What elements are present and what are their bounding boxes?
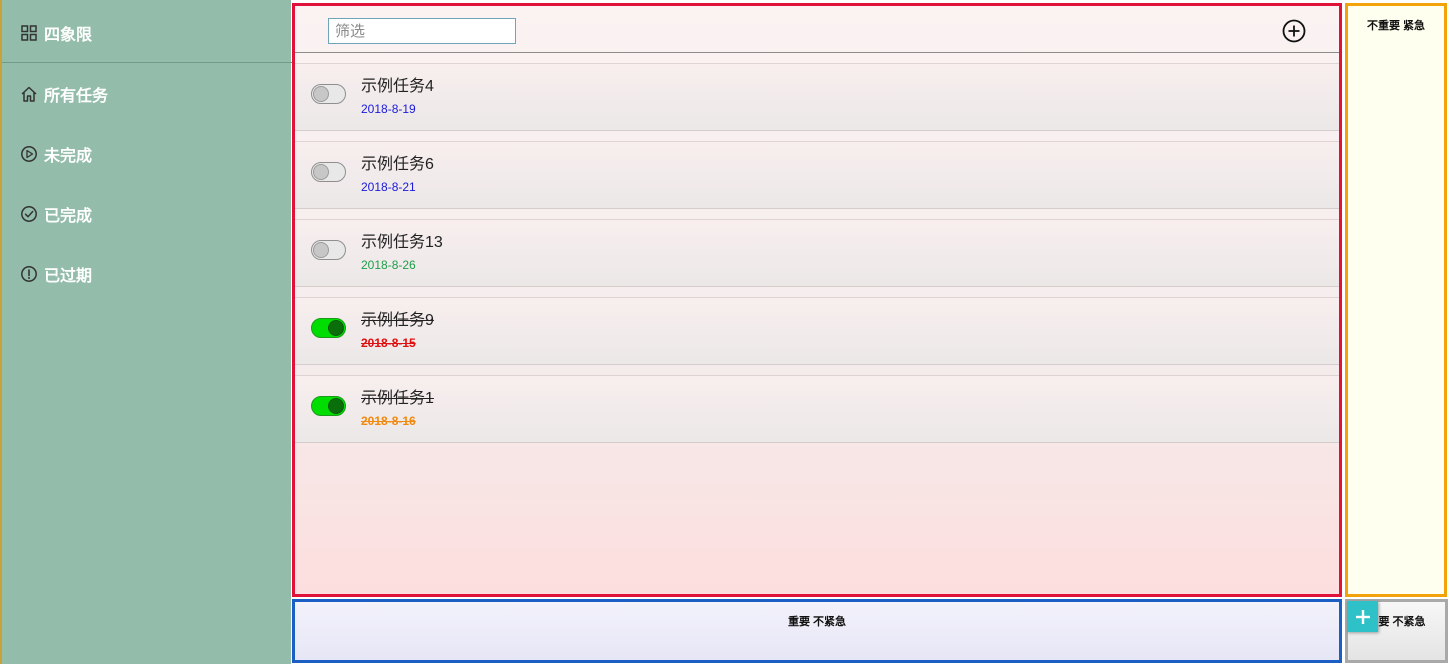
task-date: 2018-8-15 xyxy=(361,336,416,350)
task-row[interactable]: 示例任务9 2018-8-15 xyxy=(295,297,1339,365)
sidebar-item-expired[interactable]: 已过期 xyxy=(20,260,92,288)
sidebar-item-incomplete[interactable]: 未完成 xyxy=(20,140,92,168)
task-date: 2018-8-16 xyxy=(361,414,416,428)
toggle-knob xyxy=(313,164,329,180)
quadrant-label: 不重要 紧急 xyxy=(1366,20,1426,32)
sidebar-divider xyxy=(2,62,293,63)
sidebar-item-quadrants[interactable]: 四象限 xyxy=(20,19,92,47)
task-date: 2018-8-21 xyxy=(361,180,416,194)
plus-circle-icon[interactable] xyxy=(1282,19,1306,43)
filter-input[interactable] xyxy=(328,18,516,44)
check-circle-icon xyxy=(21,206,37,222)
add-task-button[interactable] xyxy=(1347,601,1378,632)
header-divider xyxy=(295,52,1339,53)
quadrant-not-important-urgent[interactable]: 不重要 紧急 xyxy=(1345,3,1447,597)
task-date: 2018-8-19 xyxy=(361,102,416,116)
task-toggle[interactable] xyxy=(311,318,346,338)
task-list-panel: 示例任务4 2018-8-19 示例任务6 2018-8-21 示例任务13 2… xyxy=(292,3,1342,597)
quadrant-important-not-urgent[interactable]: 重要 不紧急 xyxy=(292,599,1342,663)
task-row[interactable]: 示例任务4 2018-8-19 xyxy=(295,63,1339,131)
task-title: 示例任务6 xyxy=(361,156,434,173)
task-row[interactable]: 示例任务6 2018-8-21 xyxy=(295,141,1339,209)
sidebar-item-label: 已过期 xyxy=(44,268,93,285)
toggle-knob xyxy=(328,320,344,336)
task-title: 示例任务1 xyxy=(361,390,434,407)
task-row[interactable]: 示例任务13 2018-8-26 xyxy=(295,219,1339,287)
play-circle-icon xyxy=(21,146,37,162)
task-title: 示例任务9 xyxy=(361,312,434,329)
app-window: 四象限 所有任务 未完成 已完成 已过期 筛选 示例任务4 2018-8-19 … xyxy=(0,0,1449,664)
task-row[interactable]: 示例任务1 2018-8-16 xyxy=(295,375,1339,443)
task-title: 示例任务13 xyxy=(361,234,443,251)
sidebar-item-label: 所有任务 xyxy=(44,88,109,105)
sidebar-item-label: 未完成 xyxy=(44,148,93,165)
toggle-knob xyxy=(313,242,329,258)
quadrant-label: 重要 不紧急 xyxy=(787,616,847,628)
sidebar-item-label: 已完成 xyxy=(44,208,93,225)
sidebar-item-all-tasks[interactable]: 所有任务 xyxy=(20,80,108,108)
toggle-knob xyxy=(328,398,344,414)
sidebar-item-completed[interactable]: 已完成 xyxy=(20,200,92,228)
sidebar-item-label: 四象限 xyxy=(44,27,93,44)
toggle-knob xyxy=(313,86,329,102)
task-toggle[interactable] xyxy=(311,240,346,260)
task-date: 2018-8-26 xyxy=(361,258,416,272)
task-toggle[interactable] xyxy=(311,396,346,416)
sidebar: 四象限 所有任务 未完成 已完成 已过期 xyxy=(0,0,293,664)
home-icon xyxy=(21,86,37,102)
task-toggle[interactable] xyxy=(311,84,346,104)
alert-circle-icon xyxy=(21,266,37,282)
task-title: 示例任务4 xyxy=(361,78,434,95)
plus-icon xyxy=(1355,609,1370,624)
grid-icon xyxy=(21,25,37,41)
task-toggle[interactable] xyxy=(311,162,346,182)
